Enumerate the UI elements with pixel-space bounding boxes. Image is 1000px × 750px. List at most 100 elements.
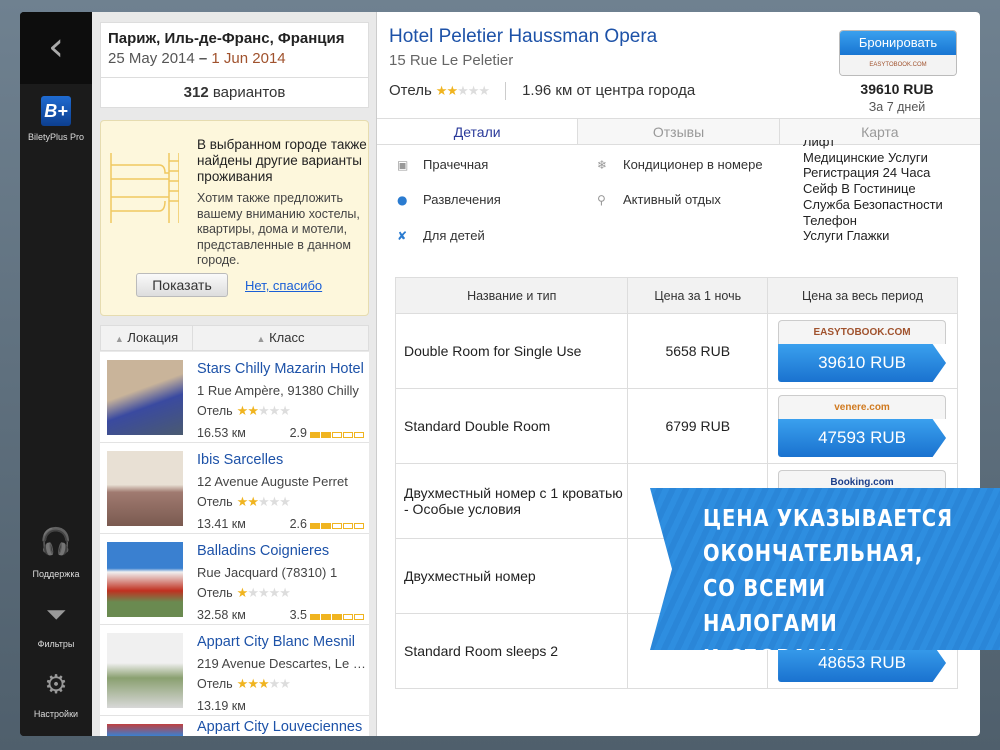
hotel-list-item[interactable]: Ibis Sarcelles 12 Avenue Auguste Perret От…: [100, 443, 369, 534]
amenity-label: Кондиционер в номере: [623, 157, 763, 172]
hotel-list: Stars Chilly Mazarin Hotel 1 Rue Ampère, …: [100, 352, 369, 736]
hotel-name: Ibis Sarcelles: [197, 452, 284, 468]
snowflake-icon: ❄: [597, 158, 608, 172]
amenity-active: ⚲ Активный отдых: [597, 192, 721, 207]
amenity-label: Развлечения: [423, 192, 501, 207]
star-icon: ★: [268, 495, 281, 510]
hotel-photo: [107, 360, 183, 435]
sort-class[interactable]: ▲ Класс: [193, 326, 368, 350]
star-icon: ★: [247, 586, 259, 601]
amenity-item: Лифт: [803, 140, 836, 149]
banner-line: СО ВСЕМИ НАЛОГАМИ: [703, 576, 838, 637]
room-name: Standard Double Room: [394, 388, 629, 464]
amenity-ac: ❄ Кондиционер в номере: [597, 157, 763, 172]
user-rating: 2.9: [290, 426, 365, 441]
amenity-label: Для детей: [423, 228, 485, 243]
hotel-meta: Отель ★★★★★ 1.96 км от центра города: [389, 82, 695, 101]
back-button[interactable]: ‹: [20, 12, 92, 84]
col-room-name: Название и тип: [394, 277, 629, 314]
sort-location[interactable]: ▲ Локация: [101, 326, 193, 350]
hotel-list-item[interactable]: Appart City Louveciennes: [100, 716, 369, 736]
star-icon: ★: [268, 586, 281, 601]
hotel-name: Balladins Coignieres: [197, 543, 330, 559]
rating-bar: [310, 609, 365, 623]
hotel-list-item[interactable]: Stars Chilly Mazarin Hotel 1 Rue Ampère, …: [100, 352, 369, 443]
book-button[interactable]: Бронировать EASYTOBOOK.COM: [839, 30, 957, 76]
star-icon: ★: [257, 404, 270, 419]
hotel-name: Appart City Blanc Mesnil: [197, 634, 355, 650]
rating-bar: [310, 518, 365, 532]
star-icon: ★: [478, 84, 490, 99]
hotel-address: 12 Avenue Auguste Perret: [197, 474, 348, 489]
star-icon: ★: [247, 677, 259, 692]
amenity-item: Регистрация 24 Часа: [803, 165, 931, 181]
star-icon: ★: [236, 404, 249, 419]
show-button[interactable]: Показать: [136, 273, 228, 297]
rating-bar: [310, 427, 365, 441]
user-rating: 2.6: [290, 517, 365, 532]
star-icon: ★: [236, 495, 249, 510]
hotel-address: 1 Rue Ampère, 91380 Chilly: [197, 383, 359, 398]
amenity-entertainment: ● Развлечения: [397, 192, 501, 207]
banner-line: ОКОНЧАТЕЛЬНАЯ,: [703, 541, 924, 567]
star-icon: ★: [435, 84, 448, 99]
hotel-list-item[interactable]: Balladins Coignieres Rue Jacquard (78310)…: [100, 534, 369, 625]
app-name: BiletyPlus Pro: [27, 132, 85, 142]
rating-value: 2.6: [289, 517, 307, 531]
count-label: вариантов: [212, 84, 286, 101]
hotel-name: Appart City Louveciennes: [197, 719, 363, 735]
room-name: Двухместный номер с 1 кроватью - Особые …: [394, 463, 629, 539]
amenity-item: Услуги Глажки: [803, 228, 890, 244]
star-rating: ★★★★★: [236, 495, 291, 510]
star-icon: ★: [268, 677, 281, 692]
count-number: 312: [183, 84, 209, 101]
washer-icon: ▣: [397, 158, 409, 172]
offer-button[interactable]: venere.com 47593 RUB: [778, 395, 947, 457]
app-logo[interactable]: B+: [41, 96, 71, 126]
tab-reviews[interactable]: Отзывы: [577, 119, 778, 144]
hotel-type: Отель ★★★★★: [197, 495, 291, 510]
price-info-banner: ЦЕНА УКАЗЫВАЕТСЯ ОКОНЧАТЕЛЬНАЯ, СО ВСЕМИ Н…: [650, 488, 1000, 650]
sort-class-label: Класс: [269, 330, 305, 345]
hotel-address: 219 Avenue Descartes, Le Blanc: [197, 656, 367, 671]
filter-icon[interactable]: ⏷: [20, 600, 92, 631]
promo-body: Хотим также предложить вашему вниманию х…: [197, 191, 360, 267]
amenity-item: Телефон: [803, 212, 857, 228]
hotel-distance: 13.19 км: [197, 699, 246, 713]
hotel-address: Rue Jacquard (78310) 1: [197, 565, 338, 580]
tab-details[interactable]: Детали: [377, 119, 578, 144]
amenity-item: Служба Безопастности: [803, 196, 943, 212]
night-price: 5658 RUB: [627, 313, 769, 389]
offer-cell: venere.com 47593 RUB: [767, 388, 958, 464]
star-icon: ★: [257, 586, 270, 601]
hotel-photo: [107, 542, 183, 617]
sort-arrow-icon: ▲: [256, 334, 266, 344]
star-icon: ★: [467, 84, 480, 99]
provider-logo: EASYTOBOOK.COM: [840, 55, 956, 75]
col-total-price: Цена за весь период: [767, 277, 958, 314]
star-rating: ★★★★★: [236, 586, 291, 601]
support-label[interactable]: Поддержка: [20, 569, 92, 579]
dates: 25 May 2014 – 1 Jun 2014: [101, 47, 368, 67]
amenity-list[interactable]: Лифт Медицинские Услуги Регистрация 24 Час…: [803, 140, 943, 250]
book-label: Бронировать: [840, 31, 956, 55]
hotel-photo: [107, 451, 183, 526]
amenity-laundry: ▣ Прачечная: [397, 157, 488, 172]
settings-label[interactable]: Настройки: [20, 709, 92, 719]
gear-icon[interactable]: ⚙: [20, 670, 92, 700]
hotel-price: 39610 RUB: [860, 81, 934, 97]
star-icon: ★: [236, 586, 249, 601]
filters-label[interactable]: Фильтры: [20, 639, 92, 649]
hotel-list-item[interactable]: Appart City Blanc Mesnil 219 Avenue Desca…: [100, 625, 369, 716]
sort-location-label: Локация: [127, 330, 179, 345]
amenity-label: Прачечная: [423, 157, 489, 172]
night-price: 6799 RUB: [627, 388, 769, 464]
type-label: Отель: [197, 404, 233, 418]
search-summary[interactable]: Париж, Иль-де-Франс, Франция 25 May 2014…: [100, 22, 369, 108]
decline-link[interactable]: Нет, спасибо: [245, 278, 322, 293]
hotel-distance: 16.53 км: [197, 426, 246, 440]
headset-icon[interactable]: 🎧: [20, 527, 92, 557]
rating-value: 2.9: [289, 426, 307, 440]
offer-button[interactable]: EASYTOBOOK.COM 39610 RUB: [778, 320, 947, 382]
star-icon: ★: [457, 84, 469, 99]
